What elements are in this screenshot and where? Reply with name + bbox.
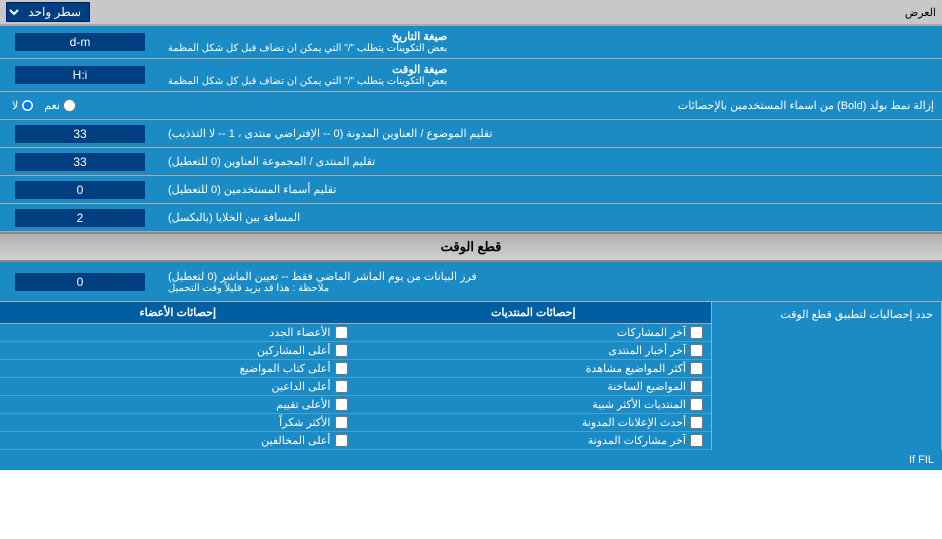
stat-item-post-1: آخر أخبار المنتدى <box>356 342 712 360</box>
stat-item-post-2: أكثر المواضيع مشاهدة <box>356 360 712 378</box>
stat-check-member-4[interactable] <box>335 398 348 411</box>
stat-label-member-0: الأعضاء الجدد <box>269 326 330 339</box>
topic-titles-label: تقليم الموضوع / العناوين المدونة (0 -- ا… <box>160 120 942 147</box>
date-format-input-wrapper <box>0 26 160 58</box>
time-format-input-wrapper <box>0 59 160 91</box>
topic-titles-row: تقليم الموضوع / العناوين المدونة (0 -- ا… <box>0 120 942 148</box>
bold-yes-radio[interactable] <box>63 99 76 112</box>
stat-label-member-4: الأعلى تقييم <box>276 398 330 411</box>
if-fil-row: If FIL <box>0 450 942 470</box>
bold-no-radio[interactable] <box>21 99 34 112</box>
stat-item-post-3: المواضيع الساخنة <box>356 378 712 396</box>
stat-check-member-0[interactable] <box>335 326 348 339</box>
stat-check-member-1[interactable] <box>335 344 348 357</box>
stat-check-post-4[interactable] <box>690 398 703 411</box>
stat-item-member-0: الأعضاء الجدد <box>0 324 356 342</box>
display-mode-select-wrapper: سطر واحد سطران ثلاثة أسطر <box>6 2 90 22</box>
page-gap-input[interactable] <box>15 209 145 227</box>
usernames-input-wrapper <box>0 176 160 203</box>
stats-section: حدد إحصاليات لتطبيق قطع الوقت إحصائات ال… <box>0 302 942 450</box>
stat-item-member-1: أعلى المشاركين <box>0 342 356 360</box>
post-stats-header: إحصائات المنتديات <box>356 302 712 324</box>
stat-item-member-6: أعلى المخالفين <box>0 432 356 450</box>
stat-label-member-3: أعلى الداعين <box>272 380 331 393</box>
forum-topics-row: تقليم المنتدى / المجموعة العناوين (0 للت… <box>0 148 942 176</box>
stat-item-member-2: أعلى كتاب المواضيع <box>0 360 356 378</box>
bold-label: إزالة نمط بولد (Bold) من اسماء المستخدمي… <box>88 95 942 116</box>
bold-no-label: لا <box>12 99 34 112</box>
stat-check-post-6[interactable] <box>690 434 703 447</box>
stat-label-member-2: أعلى كتاب المواضيع <box>240 362 331 375</box>
usernames-row: تقليم أسماء المستخدمين (0 للتعطيل) <box>0 176 942 204</box>
stat-label-member-5: الأكثر شكراً <box>279 416 330 429</box>
page-gap-input-wrapper <box>0 204 160 231</box>
forum-topics-input[interactable] <box>15 153 145 171</box>
stat-label-post-2: أكثر المواضيع مشاهدة <box>586 362 686 375</box>
stat-item-post-4: المنتديات الأكثر شبية <box>356 396 712 414</box>
stat-label-post-0: آخر المشاركات <box>617 326 686 339</box>
bold-yes-label: نعم <box>44 99 76 112</box>
topic-titles-input[interactable] <box>15 125 145 143</box>
stat-check-member-2[interactable] <box>335 362 348 375</box>
forum-topics-label: تقليم المنتدى / المجموعة العناوين (0 للت… <box>160 148 942 175</box>
date-format-input[interactable] <box>15 33 145 51</box>
stat-check-member-3[interactable] <box>335 380 348 393</box>
cutoff-input[interactable] <box>15 273 145 291</box>
time-format-row: صيغة الوقت بعض التكوينات يتطلب "/" التي … <box>0 59 942 92</box>
bold-options: نعم لا <box>0 95 88 116</box>
time-format-label: صيغة الوقت بعض التكوينات يتطلب "/" التي … <box>160 59 942 91</box>
stat-item-member-5: الأكثر شكراً <box>0 414 356 432</box>
stat-check-post-0[interactable] <box>690 326 703 339</box>
stat-label-post-4: المنتديات الأكثر شبية <box>592 398 686 411</box>
stat-label-member-1: أعلى المشاركين <box>257 344 331 357</box>
cutoff-input-wrapper <box>0 262 160 301</box>
stat-label-post-6: آخر مشاركات المدونة <box>588 434 686 447</box>
stat-label-post-3: المواضيع الساخنة <box>607 380 686 393</box>
usernames-input[interactable] <box>15 181 145 199</box>
date-format-label: صيغة التاريخ بعض التكوينات يتطلب "/" الت… <box>160 26 942 58</box>
time-format-input[interactable] <box>15 66 145 84</box>
stat-item-post-6: آخر مشاركات المدونة <box>356 432 712 450</box>
stat-check-post-5[interactable] <box>690 416 703 429</box>
stat-check-post-1[interactable] <box>690 344 703 357</box>
stat-check-post-3[interactable] <box>690 380 703 393</box>
stat-label-post-5: أحدث الإعلانات المدونة <box>582 416 686 429</box>
stats-apply-label: حدد إحصاليات لتطبيق قطع الوقت <box>712 302 942 450</box>
cutoff-row: فرز البيانات من يوم الماشر الماضي فقط --… <box>0 262 942 302</box>
stat-item-post-5: أحدث الإعلانات المدونة <box>356 414 712 432</box>
stat-label-member-6: أعلى المخالفين <box>261 434 330 447</box>
member-stats-col: إحصائات الأعضاء الأعضاء الجدد أعلى المشا… <box>0 302 356 450</box>
bold-row: إزالة نمط بولد (Bold) من اسماء المستخدمي… <box>0 92 942 120</box>
post-stats-col: إحصائات المنتديات آخر المشاركات آخر أخبا… <box>356 302 713 450</box>
if-fil-text: If FIL <box>909 454 934 466</box>
stat-check-member-5[interactable] <box>335 416 348 429</box>
stat-item-post-0: آخر المشاركات <box>356 324 712 342</box>
page-title: العرض <box>90 6 936 19</box>
page-gap-label: المسافة بين الخلايا (بالبكسل) <box>160 204 942 231</box>
top-row: العرض سطر واحد سطران ثلاثة أسطر <box>0 0 942 26</box>
member-stats-header: إحصائات الأعضاء <box>0 302 356 324</box>
cutoff-section-header: قطع الوقت <box>0 232 942 262</box>
stat-item-member-3: أعلى الداعين <box>0 378 356 396</box>
usernames-label: تقليم أسماء المستخدمين (0 للتعطيل) <box>160 176 942 203</box>
forum-topics-input-wrapper <box>0 148 160 175</box>
stat-label-post-1: آخر أخبار المنتدى <box>608 344 686 357</box>
stat-check-member-6[interactable] <box>335 434 348 447</box>
main-container: العرض سطر واحد سطران ثلاثة أسطر صيغة الت… <box>0 0 942 470</box>
page-gap-row: المسافة بين الخلايا (بالبكسل) <box>0 204 942 232</box>
date-format-row: صيغة التاريخ بعض التكوينات يتطلب "/" الت… <box>0 26 942 59</box>
stat-item-member-4: الأعلى تقييم <box>0 396 356 414</box>
cutoff-label: فرز البيانات من يوم الماشر الماضي فقط --… <box>160 262 942 301</box>
stat-check-post-2[interactable] <box>690 362 703 375</box>
topic-titles-input-wrapper <box>0 120 160 147</box>
display-mode-select[interactable]: سطر واحد سطران ثلاثة أسطر <box>6 2 90 22</box>
